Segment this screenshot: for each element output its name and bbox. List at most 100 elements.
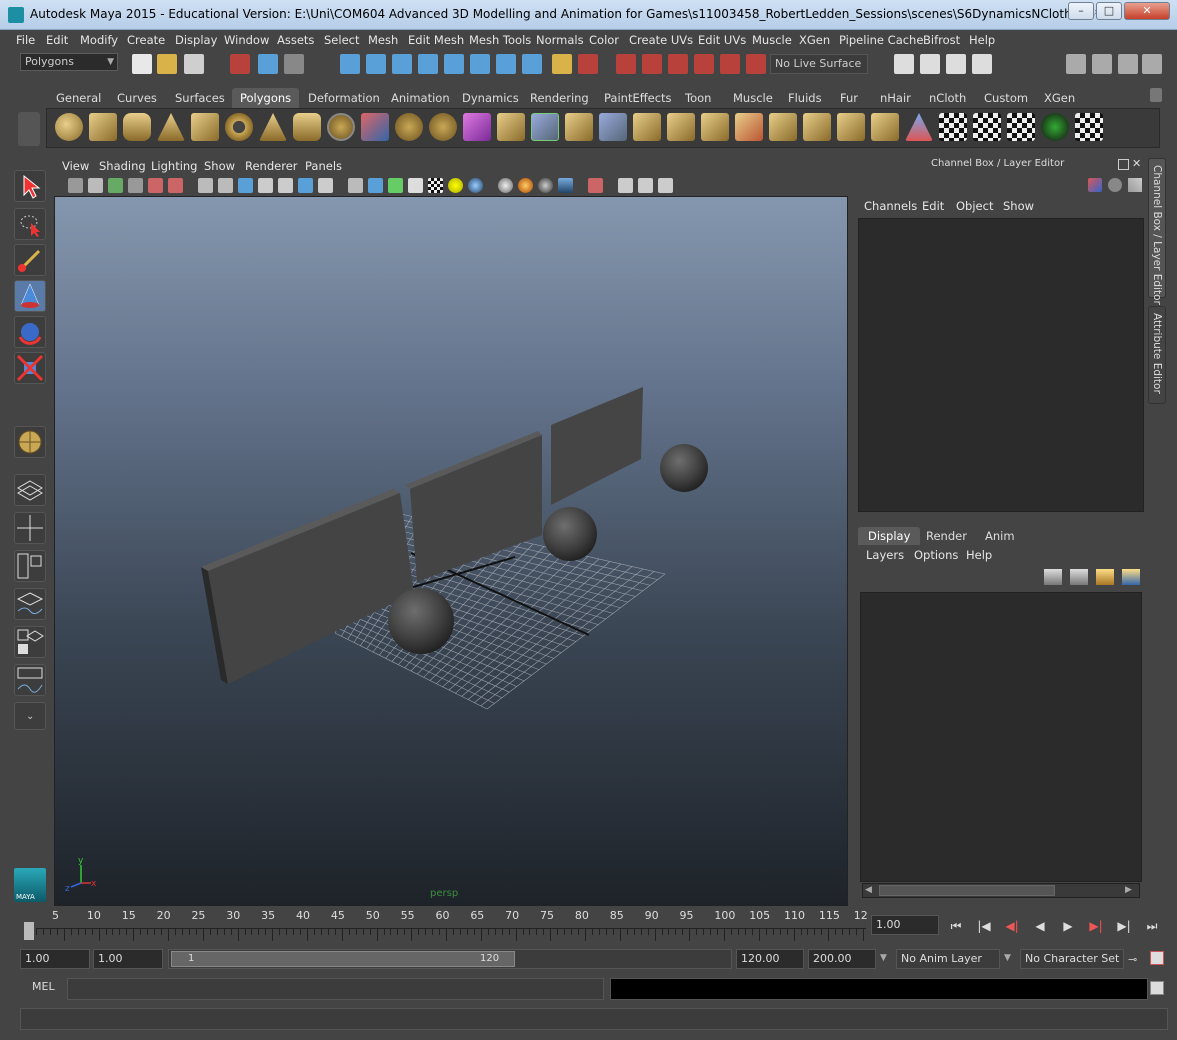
go-to-start-button[interactable]: ⏮: [946, 917, 966, 935]
uv-layout-icon[interactable]: [973, 113, 1001, 141]
bookmark-icon[interactable]: [108, 178, 123, 193]
step-forward-frame-button[interactable]: ▶|: [1114, 917, 1134, 935]
poly-pipe-icon[interactable]: [293, 113, 321, 141]
snap-curve-icon[interactable]: [366, 54, 386, 74]
scroll-thumb[interactable]: [879, 885, 1055, 896]
depth-of-field-icon[interactable]: [558, 178, 573, 193]
persp-outliner-layout-icon[interactable]: [14, 550, 46, 582]
xray-active-icon[interactable]: [638, 178, 653, 193]
mode-selector[interactable]: Polygons ▼: [20, 53, 118, 71]
shelf-tab-animation[interactable]: Animation: [383, 88, 458, 108]
save-scene-icon[interactable]: [184, 54, 204, 74]
auto-key-icon[interactable]: ⊸: [1128, 953, 1144, 966]
shelf-tab-rendering[interactable]: Rendering: [522, 88, 597, 108]
shelf-tab-deformation[interactable]: Deformation: [300, 88, 388, 108]
combine-icon[interactable]: [361, 113, 389, 141]
menu-help[interactable]: Help: [969, 33, 995, 47]
command-input[interactable]: [67, 978, 604, 1000]
layer-menu-layers[interactable]: Layers: [866, 548, 904, 562]
range-slider[interactable]: 1 120: [168, 949, 732, 969]
quadrangulate-icon[interactable]: [837, 113, 865, 141]
reverse-icon[interactable]: [871, 113, 899, 141]
step-forward-key-button[interactable]: ▶|: [1086, 917, 1106, 935]
triangulate-icon[interactable]: [803, 113, 831, 141]
shelf-tab-custom[interactable]: Custom: [976, 88, 1036, 108]
tool-settings-toggle-icon[interactable]: [1118, 54, 1138, 74]
gate-mask-icon[interactable]: [258, 178, 273, 193]
wireframe-icon[interactable]: [348, 178, 363, 193]
magnet-surface-icon[interactable]: [746, 54, 766, 74]
select-hierarchy-icon[interactable]: [230, 54, 250, 74]
wireframe-on-shaded-icon[interactable]: [388, 178, 403, 193]
rotate-tool-icon[interactable]: [14, 316, 46, 348]
gamma-icon[interactable]: [658, 178, 673, 193]
textured-icon[interactable]: [428, 178, 443, 193]
viewport-menu-renderer[interactable]: Renderer: [245, 159, 298, 173]
screen-space-ao-icon[interactable]: [498, 178, 513, 193]
bevel-icon[interactable]: [633, 113, 661, 141]
shelf-trash-icon[interactable]: [1150, 88, 1162, 102]
menu-normals[interactable]: Normals: [536, 33, 584, 47]
time-slider[interactable]: 1510152025303540455055606570758085909510…: [12, 908, 868, 941]
xray-joints-icon[interactable]: [618, 178, 633, 193]
attribute-editor-toggle-icon[interactable]: [1092, 54, 1112, 74]
isolate-select-icon[interactable]: [588, 178, 603, 193]
shelf-tab-fur[interactable]: Fur: [832, 88, 866, 108]
menu-file[interactable]: File: [16, 33, 35, 47]
magnet-point-icon[interactable]: [668, 54, 688, 74]
character-set-dropdown-icon[interactable]: ▼: [1004, 953, 1011, 963]
bridge-icon[interactable]: [531, 113, 559, 141]
grease-pencil-icon[interactable]: [168, 178, 183, 193]
insert-edge-loop-icon[interactable]: [667, 113, 695, 141]
move-layer-up-icon[interactable]: [1044, 569, 1062, 585]
render-current-icon[interactable]: [920, 54, 940, 74]
smooth-proxy-icon[interactable]: [463, 113, 491, 141]
select-tool-icon[interactable]: [14, 170, 46, 202]
scroll-left-button[interactable]: ◀: [865, 885, 872, 895]
viewport-menu-shading[interactable]: Shading: [99, 159, 146, 173]
menu-assets[interactable]: Assets: [277, 33, 314, 47]
last-tool-sphere-icon[interactable]: [14, 426, 46, 458]
shelf-tab-xgen[interactable]: XGen: [1036, 88, 1083, 108]
step-back-key-button[interactable]: ◀|: [1002, 917, 1022, 935]
layer-tab-display[interactable]: Display: [858, 527, 921, 545]
camera-attributes-icon[interactable]: [88, 178, 103, 193]
current-frame-field[interactable]: 1.00: [871, 915, 939, 935]
side-tab-channel-box[interactable]: Channel Box / Layer Editor: [1148, 158, 1166, 305]
layer-menu-options[interactable]: Options: [914, 548, 958, 562]
poly-sphere-icon[interactable]: [55, 113, 83, 141]
uv-editor-icon[interactable]: [939, 113, 967, 141]
perspective-viewport[interactable]: y x z: [54, 196, 848, 906]
poly-cone-icon[interactable]: [157, 113, 185, 141]
new-layer-selected-icon[interactable]: [1122, 569, 1140, 585]
single-pane-layout-icon[interactable]: [14, 474, 46, 506]
separate-icon[interactable]: [395, 113, 423, 141]
layer-tab-render[interactable]: Render: [916, 527, 977, 545]
menu-pipeline-cache[interactable]: Pipeline Cache: [839, 33, 923, 47]
safe-title-icon[interactable]: [318, 178, 333, 193]
animation-start-field[interactable]: 1.00: [20, 949, 90, 969]
smooth-shade-icon[interactable]: [368, 178, 383, 193]
paint-select-tool-icon[interactable]: [14, 244, 46, 276]
append-polygon-icon[interactable]: [565, 113, 593, 141]
shelf-tab-painteffects[interactable]: PaintEffects: [596, 88, 680, 108]
layout-menu-icon[interactable]: ⌄: [14, 702, 46, 730]
select-lasso-icon[interactable]: [578, 54, 598, 74]
make-live-icon[interactable]: [444, 54, 464, 74]
playback-end-field[interactable]: 120.00: [736, 949, 804, 969]
menu-edit-uvs[interactable]: Edit UVs: [698, 33, 746, 47]
layer-menu-help[interactable]: Help: [966, 548, 992, 562]
move-layer-down-icon[interactable]: [1070, 569, 1088, 585]
smooth-icon[interactable]: [429, 113, 457, 141]
persp-graph-layout-icon[interactable]: [14, 588, 46, 620]
hypershade-layout-icon[interactable]: [14, 626, 46, 658]
modeling-toolkit-icon[interactable]: [1066, 54, 1086, 74]
viewport-menu-show[interactable]: Show: [204, 159, 235, 173]
layer-list[interactable]: [860, 592, 1142, 882]
layer-tab-anim[interactable]: Anim: [975, 527, 1025, 545]
lock-icon[interactable]: [552, 54, 572, 74]
menu-modify[interactable]: Modify: [80, 33, 118, 47]
current-time-marker[interactable]: [24, 922, 34, 940]
poly-cylinder-icon[interactable]: [123, 113, 151, 141]
menu-edit-mesh[interactable]: Edit Mesh: [408, 33, 464, 47]
